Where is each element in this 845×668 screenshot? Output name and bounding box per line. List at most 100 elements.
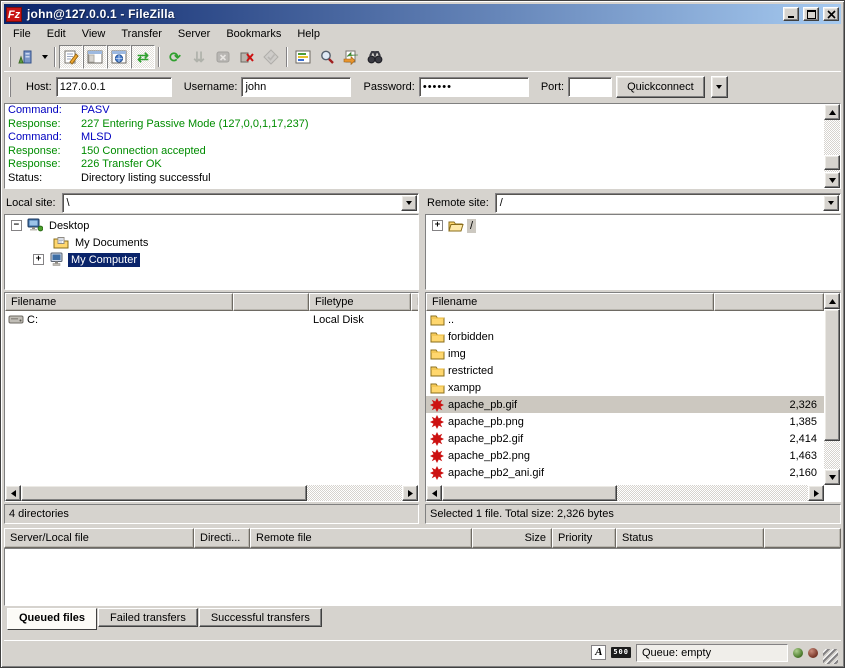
queue-tab[interactable]: Successful transfers <box>199 608 322 627</box>
scroll-up-icon[interactable] <box>824 293 840 309</box>
reconnect-button[interactable] <box>259 45 283 69</box>
menu-item[interactable]: Edit <box>39 26 74 42</box>
close-button[interactable] <box>823 7 839 21</box>
scroll-right-icon[interactable] <box>402 485 418 501</box>
folder-icon <box>429 313 445 327</box>
file-search-button[interactable] <box>315 45 339 69</box>
directory-listing-filter-button[interactable] <box>291 45 315 69</box>
toggle-message-log-button[interactable] <box>59 45 83 69</box>
column-header[interactable]: Filesize <box>233 293 309 311</box>
hscrollbar-thumb[interactable] <box>442 485 617 501</box>
column-header[interactable]: Filename <box>426 293 714 311</box>
remote-site-dropdown-button[interactable] <box>823 195 839 211</box>
remote-site-combo[interactable]: / <box>495 193 841 213</box>
menu-item[interactable]: Server <box>170 26 218 42</box>
file-row[interactable]: apache_pb2.gif 2,414 <box>426 430 824 447</box>
toggle-local-tree-button[interactable] <box>83 45 107 69</box>
file-row[interactable]: xampp <box>426 379 824 396</box>
collapse-icon[interactable]: − <box>11 220 22 231</box>
queue-tab[interactable]: Queued files <box>7 608 97 630</box>
file-size: 2,326 <box>714 399 824 411</box>
file-row[interactable]: apache_pb2_ani.gif 2,160 <box>426 464 824 481</box>
file-row[interactable]: .. <box>426 311 824 328</box>
file-row[interactable]: apache_pb2.png 1,463 <box>426 447 824 464</box>
queue-tab[interactable]: Failed transfers <box>98 608 198 627</box>
disconnect-button[interactable] <box>235 45 259 69</box>
tree-item-desktop[interactable]: − Desktop <box>5 217 418 234</box>
toolbar-separator <box>54 47 56 67</box>
column-header[interactable]: Filetype <box>309 293 411 311</box>
menu-item[interactable]: Help <box>289 26 328 42</box>
scroll-left-icon[interactable] <box>5 485 21 501</box>
toolbar-grip[interactable] <box>9 47 11 67</box>
file-row[interactable]: img <box>426 345 824 362</box>
quickconnect-grip[interactable] <box>9 77 11 97</box>
local-site-dropdown-button[interactable] <box>401 195 417 211</box>
remote-list-body: .. forbidden <box>426 311 824 485</box>
column-header[interactable]: Filesize <box>714 293 824 311</box>
tree-item-root[interactable]: + / <box>426 217 840 234</box>
activity-led-red-icon <box>808 648 818 658</box>
quickconnect-dropdown-button[interactable] <box>711 76 728 98</box>
folder-icon <box>429 347 445 361</box>
column-header-label: Filesize <box>233 296 303 308</box>
password-input[interactable] <box>419 77 529 97</box>
host-input[interactable] <box>56 77 172 97</box>
titlebar: Fz john@127.0.0.1 - FileZilla <box>4 4 841 24</box>
window-resize-grip[interactable] <box>823 649 838 664</box>
file-row[interactable]: C: Local Disk <box>5 311 418 328</box>
scroll-up-icon[interactable] <box>824 104 840 120</box>
remote-site-path[interactable]: / <box>496 197 823 209</box>
local-file-list: Filename Filesize Filetype <box>4 292 419 502</box>
site-manager-dropdown-button[interactable] <box>38 45 51 69</box>
queue-column-header[interactable]: Directi... <box>194 528 250 548</box>
scroll-right-icon[interactable] <box>808 485 824 501</box>
toggle-transfer-queue-button[interactable]: ⇄ <box>131 45 155 69</box>
local-site-combo[interactable]: \ <box>62 193 419 213</box>
queue-column-header[interactable]: Remote file <box>250 528 472 548</box>
site-manager-button[interactable] <box>14 45 38 69</box>
queue-header: Server/Local file Directi... Remote file… <box>4 528 841 548</box>
username-input[interactable] <box>241 77 351 97</box>
vscrollbar-thumb[interactable] <box>824 309 840 441</box>
local-site-path[interactable]: \ <box>63 197 401 209</box>
queue-column-header[interactable]: Server/Local file <box>4 528 194 548</box>
queue-column-header[interactable]: Size <box>472 528 552 548</box>
refresh-button[interactable]: ⟳ <box>163 45 187 69</box>
synchronized-browsing-button[interactable] <box>339 45 363 69</box>
tree-item-my-computer[interactable]: + My Computer <box>5 251 418 268</box>
remote-list-hscrollbar[interactable] <box>426 485 824 501</box>
queue-column-header[interactable]: Priority <box>552 528 616 548</box>
expand-icon[interactable]: + <box>33 254 44 265</box>
scroll-down-icon[interactable] <box>824 172 840 188</box>
column-header[interactable]: L <box>411 293 419 311</box>
menu-item[interactable]: View <box>74 26 114 42</box>
log-scrollbar-thumb[interactable] <box>824 155 840 170</box>
process-queue-button[interactable]: ⇊ <box>187 45 211 69</box>
expand-icon[interactable]: + <box>432 220 443 231</box>
log-scrollbar[interactable] <box>824 104 840 188</box>
file-row[interactable]: apache_pb.png 1,385 <box>426 413 824 430</box>
local-list-hscrollbar[interactable] <box>5 485 418 501</box>
file-row[interactable]: forbidden <box>426 328 824 345</box>
queue-column-header[interactable]: Status <box>616 528 764 548</box>
menu-item[interactable]: File <box>5 26 39 42</box>
scroll-down-icon[interactable] <box>824 469 840 485</box>
cancel-operation-button[interactable] <box>211 45 235 69</box>
file-row[interactable]: restricted <box>426 362 824 379</box>
scroll-left-icon[interactable] <box>426 485 442 501</box>
quickconnect-button[interactable]: Quickconnect <box>616 76 705 98</box>
hscrollbar-thumb[interactable] <box>21 485 307 501</box>
column-header[interactable]: Filename <box>5 293 233 311</box>
tree-item-my-documents[interactable]: My Documents <box>5 234 418 251</box>
menu-item[interactable]: Transfer <box>113 26 170 42</box>
remote-list-vscrollbar[interactable] <box>824 293 840 485</box>
directory-comparison-button[interactable] <box>363 45 387 69</box>
menu-item[interactable]: Bookmarks <box>218 26 289 42</box>
maximize-button[interactable] <box>803 7 819 21</box>
minimize-button[interactable] <box>783 7 799 21</box>
port-input[interactable] <box>568 77 612 97</box>
toggle-remote-tree-button[interactable] <box>107 45 131 69</box>
file-row[interactable]: apache_pb.gif 2,326 <box>426 396 824 413</box>
host-label: Host: <box>26 81 52 93</box>
